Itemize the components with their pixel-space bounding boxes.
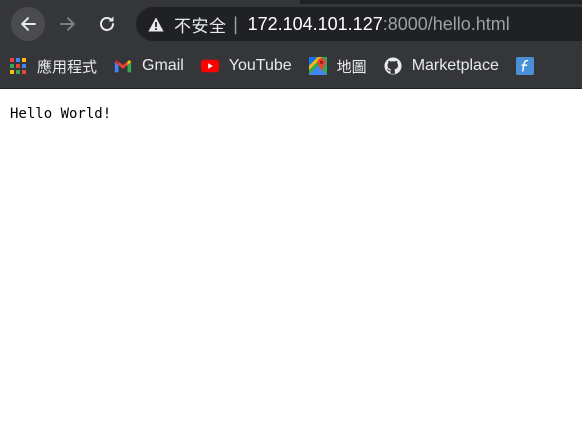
bookmark-youtube[interactable]: YouTube — [192, 51, 300, 81]
bookmarks-bar: 應用程式 Gmail YouTube 地圖 Marketplace — [0, 44, 582, 89]
bookmark-flash[interactable] — [507, 51, 552, 81]
browser-toolbar: 不安全 | 172.104.101.127:8000/hello.html — [0, 4, 582, 44]
youtube-icon — [200, 57, 219, 75]
gmail-icon — [114, 57, 132, 75]
forward-button[interactable] — [51, 7, 85, 41]
security-chip[interactable]: 不安全 — [148, 7, 227, 41]
address-bar[interactable]: 不安全 | 172.104.101.127:8000/hello.html — [136, 7, 582, 41]
forward-arrow-icon — [60, 17, 75, 31]
bookmark-label: 應用程式 — [37, 57, 98, 76]
bookmark-label: 地圖 — [336, 57, 367, 76]
warning-triangle-icon — [148, 17, 164, 31]
reload-button[interactable] — [90, 7, 124, 41]
url-host: 172.104.101.127 — [247, 13, 383, 34]
bookmark-label: Marketplace — [411, 57, 499, 74]
back-button[interactable] — [11, 7, 45, 41]
bookmark-gmail[interactable]: Gmail — [105, 51, 192, 81]
bookmark-label: Gmail — [142, 57, 184, 74]
apps-grid-icon — [9, 57, 27, 75]
url-path: :8000/hello.html — [382, 13, 510, 34]
bookmark-label: YouTube — [228, 57, 292, 74]
back-arrow-icon — [21, 17, 36, 31]
flash-f-icon — [515, 57, 534, 75]
hello-text: Hello World! — [10, 106, 112, 122]
page-content: Hello World! — [0, 89, 582, 139]
github-icon — [384, 57, 402, 75]
browser-chrome: 不安全 | 172.104.101.127:8000/hello.html 應用… — [0, 0, 582, 89]
bookmark-marketplace[interactable]: Marketplace — [375, 51, 507, 81]
security-label: 不安全 — [174, 16, 227, 37]
reload-icon — [100, 16, 114, 31]
bookmark-apps[interactable]: 應用程式 — [0, 51, 105, 81]
maps-icon — [308, 57, 327, 75]
url-text[interactable]: 172.104.101.127:8000/hello.html — [248, 14, 510, 35]
omnibox-separator: | — [232, 13, 239, 35]
bookmark-maps[interactable]: 地圖 — [300, 51, 375, 81]
